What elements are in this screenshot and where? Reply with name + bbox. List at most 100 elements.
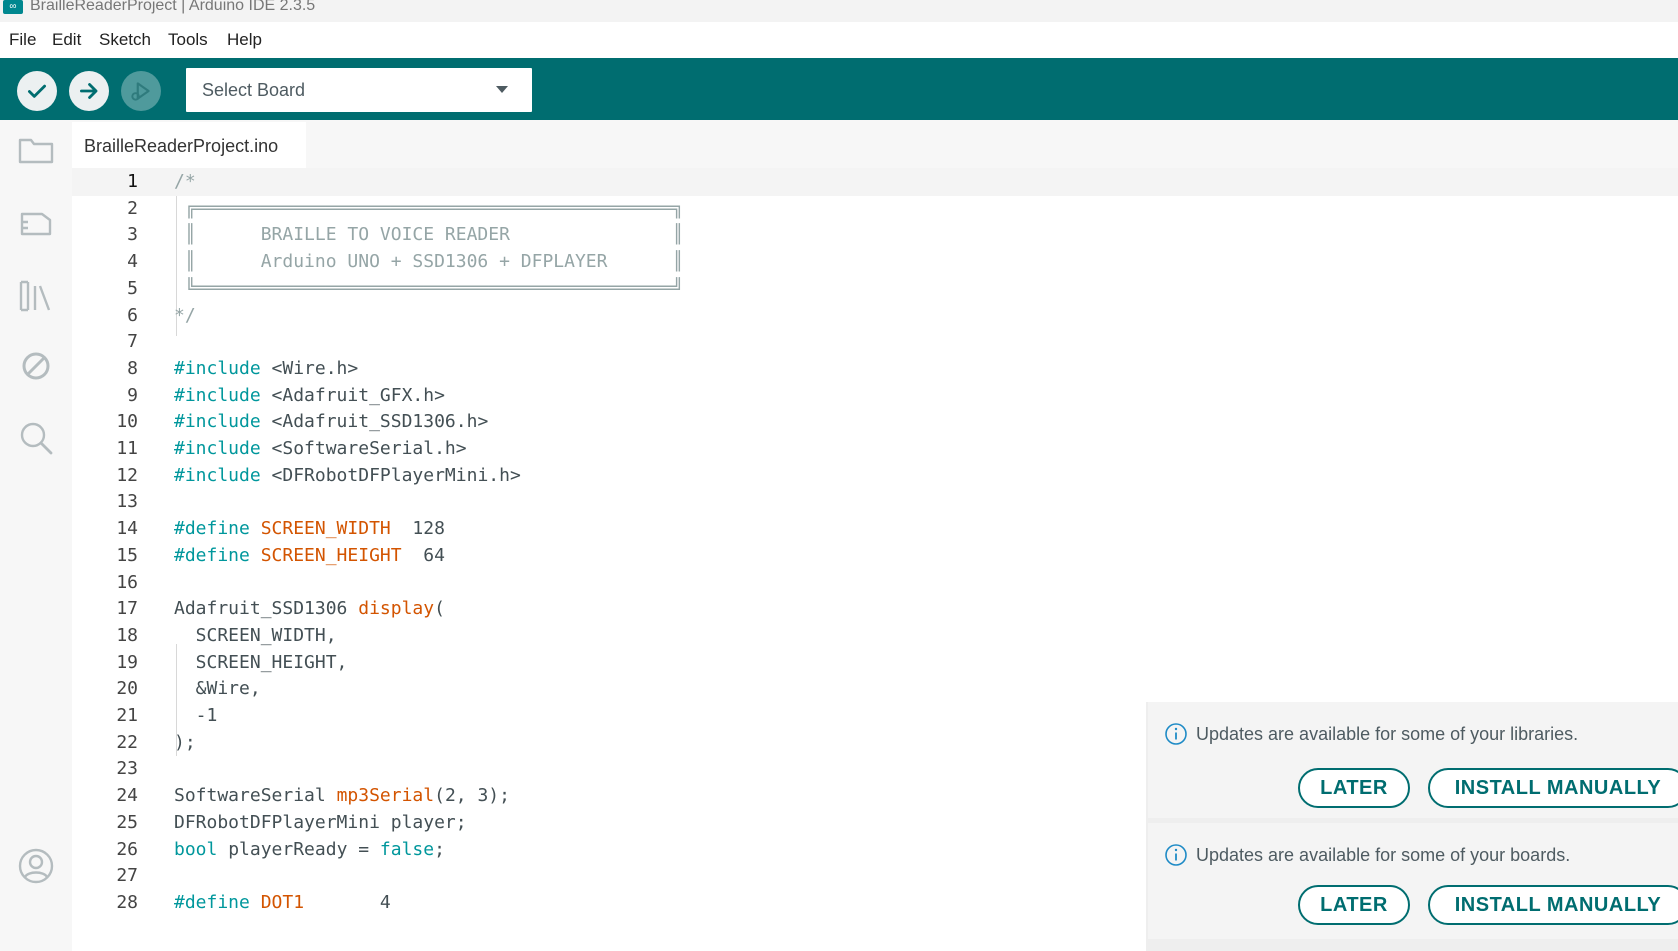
code-line: #include <Adafruit_SSD1306.h>: [174, 408, 488, 436]
line-number: 14: [116, 518, 138, 540]
line-number: 2: [127, 197, 138, 219]
code-token: &Wire,: [174, 678, 261, 700]
code-token: <Adafruit_SSD1306.h>: [260, 411, 489, 433]
board-select-dropdown[interactable]: Select Board: [186, 68, 532, 112]
code-token: SoftwareSerial: [174, 785, 337, 807]
code-token: #include: [174, 384, 261, 406]
code-token: <DFRobotDFPlayerMini.h>: [260, 464, 521, 486]
tab-sketch-file[interactable]: BrailleReaderProject.ino: [72, 122, 306, 168]
line-number: 17: [116, 598, 138, 620]
verify-button[interactable]: [17, 71, 57, 111]
code-line: #define SCREEN_WIDTH 128: [174, 515, 445, 543]
notification-text: Updates are available for some of your l…: [1196, 724, 1579, 744]
sketchbook-button[interactable]: [16, 130, 56, 170]
code-token: ║ Arduino UNO + SSD1306 + DFPLAYER ║: [174, 251, 684, 273]
code-token: false: [379, 838, 435, 860]
folder-icon: [18, 138, 54, 164]
code-token: */: [174, 304, 196, 326]
arrow-right-icon: [80, 83, 98, 99]
code-line: SCREEN_HEIGHT,: [174, 649, 348, 677]
line-number: 16: [116, 571, 138, 593]
menu-help[interactable]: Help: [227, 30, 262, 50]
code-line: /*: [174, 168, 196, 196]
install-manually-button[interactable]: INSTALL MANUALLY: [1428, 885, 1678, 925]
code-token: #include: [174, 464, 261, 486]
code-token: DFRobotDFPlayerMini player;: [174, 811, 467, 833]
code-token: #include: [174, 411, 261, 433]
current-line-highlight: [72, 168, 1678, 196]
library-manager-button[interactable]: [16, 276, 56, 316]
code-line: DFRobotDFPlayerMini player;: [174, 809, 467, 837]
code-line: #include <Wire.h>: [174, 355, 358, 383]
code-line: ║ Arduino UNO + SSD1306 + DFPLAYER ║: [174, 248, 684, 276]
line-number: 24: [116, 785, 138, 807]
code-line: #define SCREEN_HEIGHT 64: [174, 542, 445, 570]
line-number: 28: [116, 891, 138, 913]
check-icon: [28, 84, 46, 98]
code-line: );: [174, 729, 196, 757]
code-token: display: [358, 598, 435, 620]
code-line: SCREEN_WIDTH,: [174, 622, 337, 650]
code-token: SCREEN_WIDTH,: [174, 624, 337, 646]
code-line: SoftwareSerial mp3Serial(2, 3);: [174, 782, 510, 810]
debug-sidebar-button[interactable]: [16, 346, 56, 386]
info-icon: [1164, 722, 1188, 746]
line-number: 11: [116, 438, 138, 459]
code-token: 64: [401, 544, 445, 566]
code-token: SCREEN_WIDTH: [260, 518, 391, 540]
code-token: SCREEN_HEIGHT,: [174, 651, 348, 673]
board-select-label: Select Board: [202, 80, 306, 100]
line-number: 13: [116, 491, 138, 513]
upload-button[interactable]: [69, 71, 109, 111]
install-manually-button[interactable]: INSTALL MANUALLY: [1428, 768, 1678, 808]
menu-tools[interactable]: Tools: [168, 30, 208, 50]
line-number: 26: [116, 838, 138, 860]
code-token: 4: [304, 891, 391, 913]
code-token: /*: [174, 171, 196, 192]
line-number: 8: [127, 357, 138, 379]
later-button[interactable]: LATER: [1298, 885, 1410, 925]
tab-bar: BrailleReaderProject.ino: [72, 120, 1678, 168]
later-button[interactable]: LATER: [1298, 768, 1410, 808]
notification-area: Updates are available for some of your l…: [1146, 702, 1678, 951]
line-number: 27: [116, 865, 138, 887]
code-token: #include: [174, 438, 261, 459]
code-token: <Wire.h>: [260, 357, 359, 379]
code-token: ║ BRAILLE TO VOICE READER ║: [174, 224, 684, 246]
line-number: 15: [116, 544, 138, 566]
library-icon: [19, 280, 51, 312]
line-number: 18: [116, 624, 138, 646]
line-number: 4: [127, 251, 138, 273]
code-token: ╔═══════════════════════════════════════…: [174, 197, 684, 219]
code-token: 128: [390, 518, 445, 540]
line-number: 20: [116, 678, 138, 700]
code-line: #define DOT1 4: [174, 889, 391, 917]
sidebar: [0, 120, 72, 951]
line-number: 7: [127, 331, 138, 353]
boards-manager-button[interactable]: [16, 204, 56, 244]
code-token: ╚═══════════════════════════════════════…: [174, 277, 684, 299]
menu-sketch[interactable]: Sketch: [99, 30, 151, 50]
debug-play-icon: [131, 82, 150, 101]
line-number: 21: [116, 705, 138, 726]
code-token: #define: [174, 518, 250, 540]
menu-file[interactable]: File: [9, 30, 36, 50]
line-number: 19: [116, 651, 138, 673]
debug-button[interactable]: [121, 71, 161, 111]
code-line: ╚═══════════════════════════════════════…: [174, 275, 684, 303]
code-token: #define: [174, 891, 250, 913]
code-token: (2, 3);: [434, 785, 510, 807]
code-line: ║ BRAILLE TO VOICE READER ║: [174, 221, 684, 249]
window-title: BrailleReaderProject | Arduino IDE 2.3.5: [30, 0, 316, 14]
search-button[interactable]: [16, 418, 56, 458]
line-number: 25: [116, 811, 138, 833]
account-button[interactable]: [16, 846, 56, 886]
code-token: (: [434, 598, 445, 620]
code-line: bool playerReady = false;: [174, 836, 445, 864]
chevron-down-icon: [496, 86, 508, 93]
menu-edit[interactable]: Edit: [52, 30, 81, 50]
code-line: #include <Adafruit_GFX.h>: [174, 382, 445, 410]
line-number: 5: [127, 277, 138, 299]
account-icon: [18, 848, 54, 884]
code-line: */: [174, 302, 196, 330]
